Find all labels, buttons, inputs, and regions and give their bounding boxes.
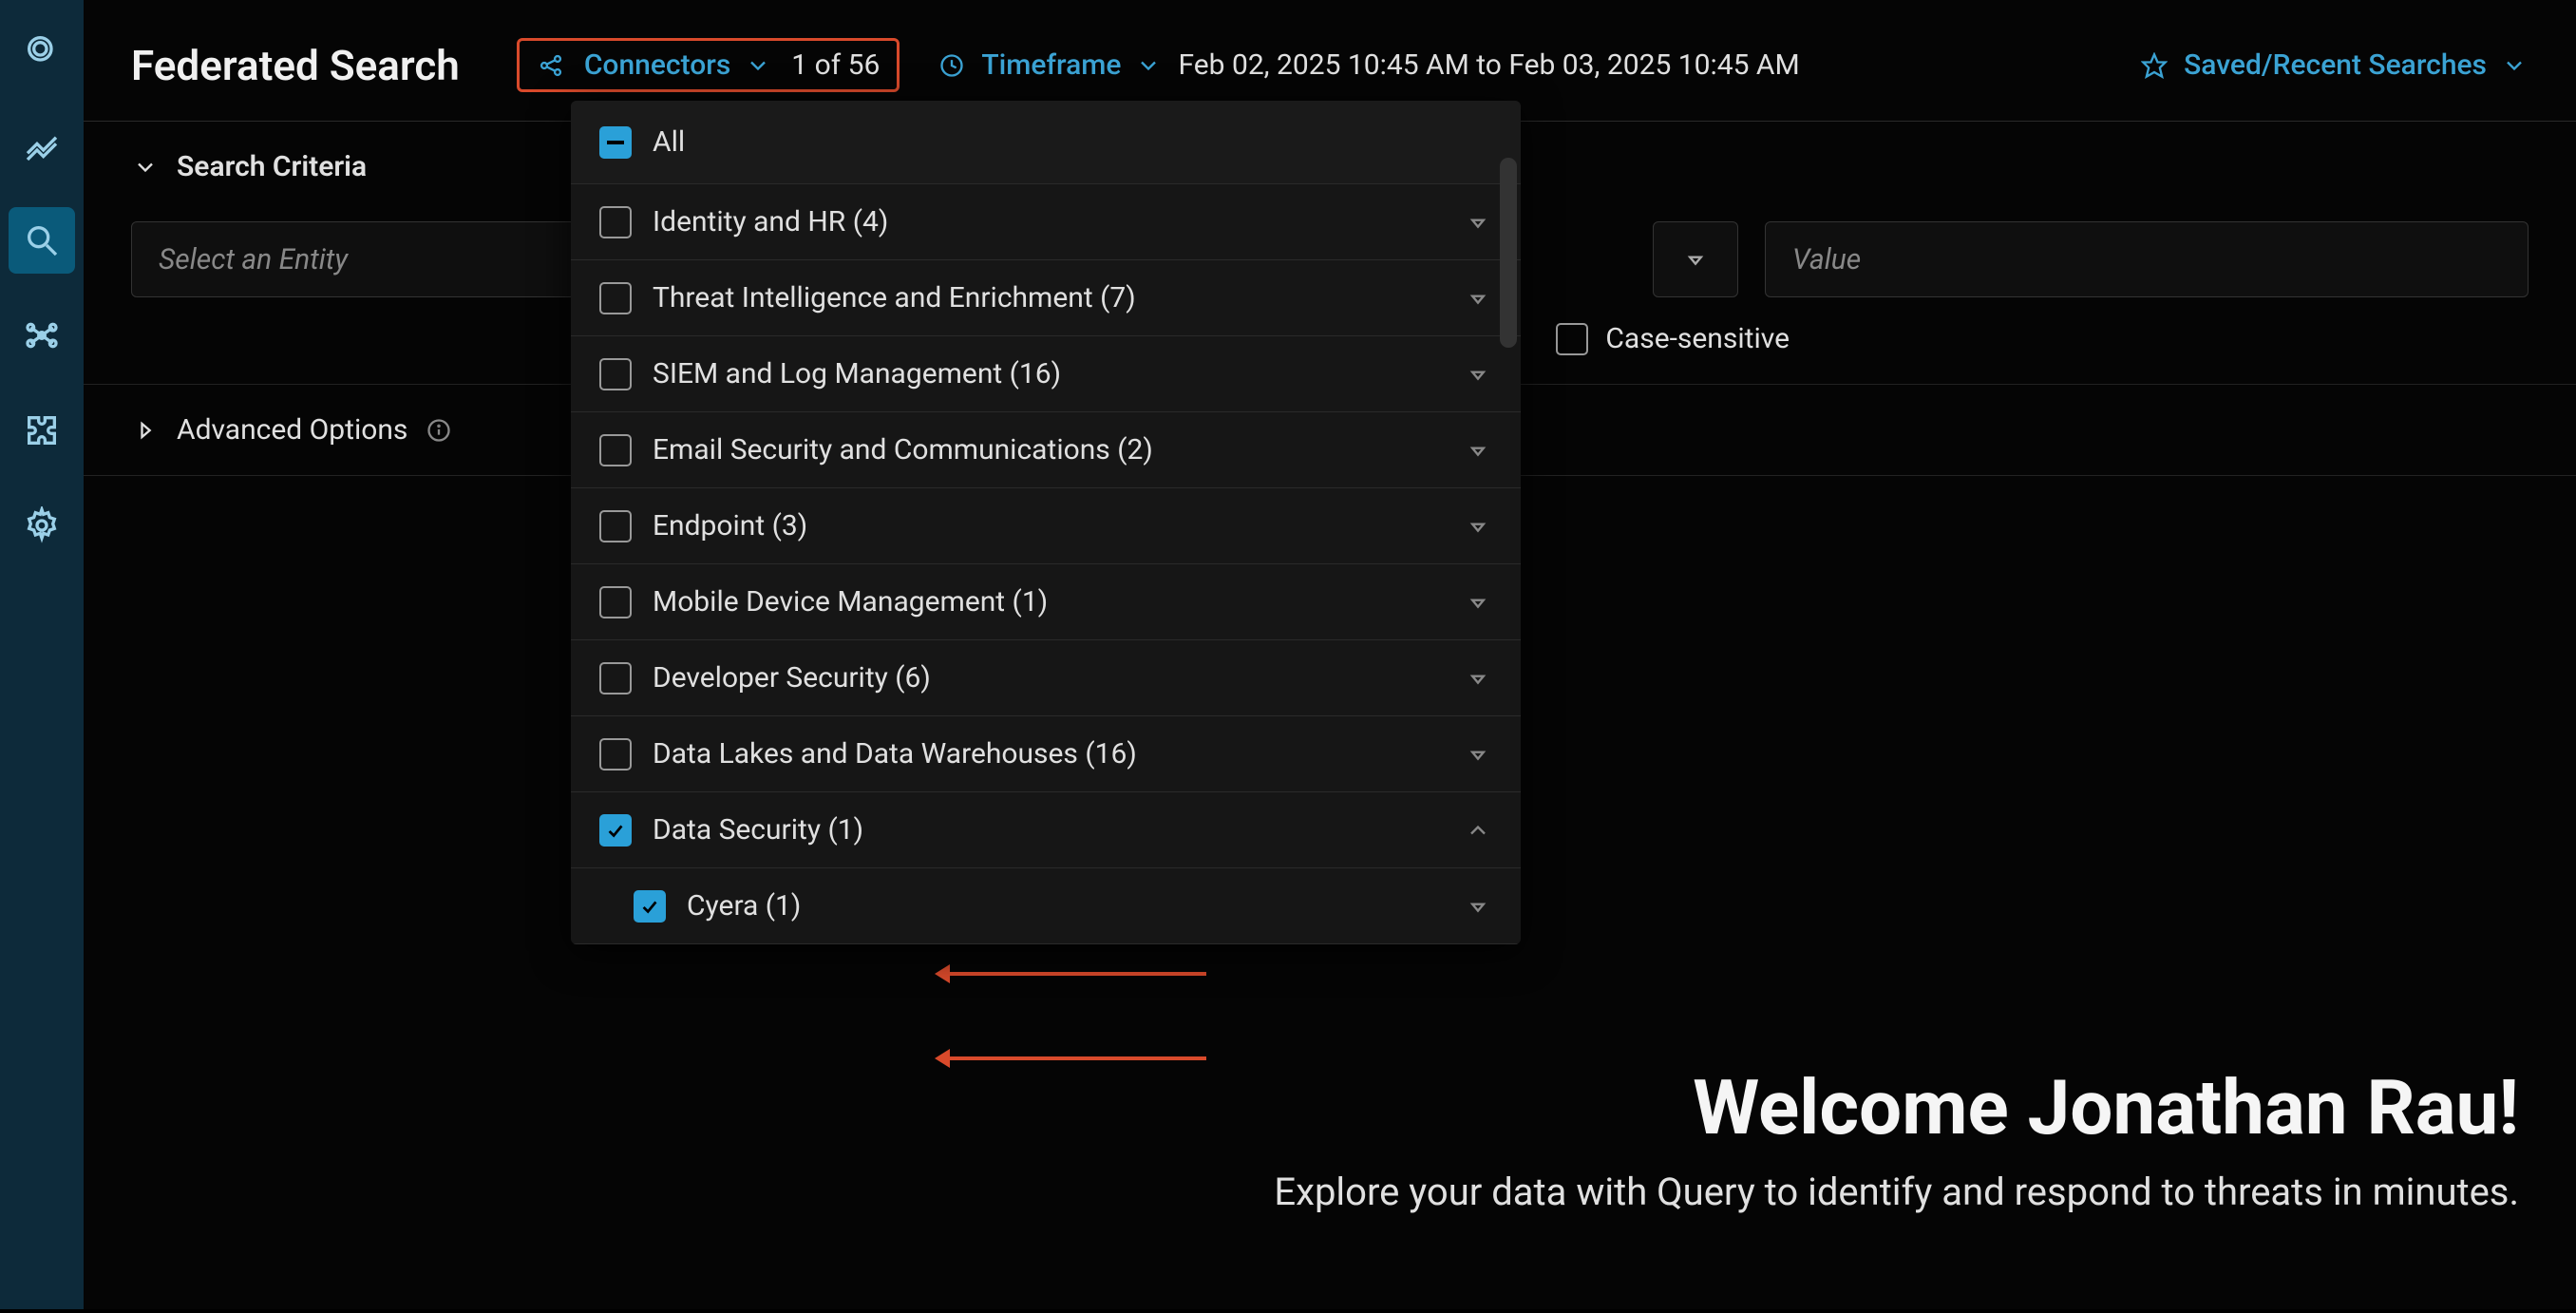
- case-sensitive-label: Case-sensitive: [1605, 322, 1790, 355]
- connector-group-row[interactable]: Threat Intelligence and Enrichment (7): [571, 260, 1521, 336]
- connector-group-label: Data Security (1): [653, 813, 1443, 847]
- welcome-subtext: Explore your data with Query to identify…: [1274, 1170, 2519, 1214]
- caret-down-icon: [1464, 512, 1492, 541]
- caret-down-icon: [1464, 664, 1492, 693]
- connector-group-checkbox[interactable]: [599, 510, 632, 542]
- sidebar-logo[interactable]: [9, 17, 75, 84]
- connector-group-checkbox[interactable]: [599, 662, 632, 695]
- saved-label: Saved/Recent Searches: [2184, 48, 2487, 82]
- saved-dropdown-trigger[interactable]: Saved/Recent Searches: [2184, 48, 2529, 82]
- star-icon: [2140, 51, 2169, 80]
- sidebar: [0, 0, 84, 1309]
- connector-group-label: Developer Security (6): [653, 661, 1443, 695]
- connector-group-row[interactable]: Identity and HR (4): [571, 184, 1521, 260]
- caret-down-icon: [1464, 360, 1492, 389]
- connector-group-label: SIEM and Log Management (16): [653, 357, 1443, 390]
- clock-icon: [938, 51, 966, 80]
- connector-group-label: Threat Intelligence and Enrichment (7): [653, 281, 1443, 314]
- connector-group-row[interactable]: Data Lakes and Data Warehouses (16): [571, 716, 1521, 792]
- sidebar-search[interactable]: [9, 207, 75, 274]
- checkbox-all-indeterminate[interactable]: [599, 126, 632, 159]
- connector-group-row[interactable]: Data Security (1): [571, 792, 1521, 868]
- connector-group-row[interactable]: SIEM and Log Management (16): [571, 336, 1521, 412]
- timeframe-label: Timeframe: [981, 48, 1121, 82]
- connector-group-label: Identity and HR (4): [653, 205, 1443, 238]
- connector-group-row[interactable]: Developer Security (6): [571, 640, 1521, 716]
- caret-down-icon: [1681, 245, 1710, 274]
- operator-select[interactable]: [1653, 221, 1738, 297]
- connector-sub-label: Cyera (1): [687, 889, 1443, 923]
- chevron-down-icon: [131, 153, 160, 181]
- caret-down-icon: [1464, 284, 1492, 313]
- welcome-block: Welcome Jonathan Rau! Explore your data …: [1274, 1063, 2519, 1214]
- caret-down-icon: [1464, 208, 1492, 237]
- welcome-heading: Welcome Jonathan Rau!: [1274, 1063, 2519, 1152]
- caret-down-icon: [1464, 892, 1492, 921]
- connectors-dropdown-trigger[interactable]: Connectors: [584, 48, 772, 82]
- connector-group-label: Email Security and Communications (2): [653, 433, 1443, 466]
- connector-group-row[interactable]: Email Security and Communications (2): [571, 412, 1521, 488]
- chevron-down-icon: [744, 51, 772, 80]
- page-title: Federated Search: [131, 41, 460, 90]
- connector-group-checkbox[interactable]: [599, 206, 632, 238]
- connector-group-checkbox[interactable]: [599, 434, 632, 466]
- chevron-up-icon: [1464, 816, 1492, 845]
- connector-group-checkbox[interactable]: [599, 738, 632, 771]
- connectors-label: Connectors: [584, 48, 730, 82]
- connector-group-label: Mobile Device Management (1): [653, 585, 1443, 618]
- saved-searches-group: Saved/Recent Searches: [2140, 48, 2529, 82]
- connector-group-checkbox[interactable]: [599, 586, 632, 618]
- annotation-arrow: [940, 1056, 1206, 1060]
- connector-group-checkbox[interactable]: [599, 814, 632, 847]
- connectors-selector-highlight: Connectors 1 of 56: [517, 38, 900, 92]
- advanced-options-label: Advanced Options: [177, 413, 407, 447]
- caret-down-icon: [1464, 740, 1492, 769]
- sidebar-plugins[interactable]: [9, 397, 75, 464]
- connector-group-row[interactable]: Mobile Device Management (1): [571, 564, 1521, 640]
- info-icon[interactable]: [425, 416, 453, 445]
- dropdown-scrollbar[interactable]: [1500, 158, 1517, 348]
- value-input[interactable]: Value: [1765, 221, 2529, 297]
- connector-group-label: Endpoint (3): [653, 509, 1443, 542]
- connector-row-all[interactable]: All: [571, 101, 1521, 184]
- sidebar-settings[interactable]: [9, 492, 75, 559]
- timeframe-dropdown-trigger[interactable]: Timeframe: [981, 48, 1163, 82]
- connectors-dropdown-panel: All Identity and HR (4) Threat Intelligen…: [571, 101, 1521, 944]
- connector-group-row[interactable]: Endpoint (3): [571, 488, 1521, 564]
- caret-right-icon: [131, 416, 160, 445]
- connector-sub-checkbox[interactable]: [634, 890, 666, 923]
- connector-group-label: Data Lakes and Data Warehouses (16): [653, 737, 1443, 771]
- search-criteria-heading: Search Criteria: [177, 150, 367, 183]
- caret-down-icon: [1464, 588, 1492, 617]
- chevron-down-icon: [1134, 51, 1163, 80]
- sidebar-network[interactable]: [9, 302, 75, 369]
- timeframe-value: Feb 02, 2025 10:45 AM to Feb 03, 2025 10…: [1178, 48, 1799, 82]
- annotation-arrow: [940, 972, 1206, 976]
- case-sensitive-checkbox[interactable]: [1556, 323, 1588, 355]
- sidebar-analytics[interactable]: [9, 112, 75, 179]
- chevron-down-icon: [2500, 51, 2529, 80]
- caret-down-icon: [1464, 436, 1492, 465]
- connector-sub-row[interactable]: Cyera (1): [571, 868, 1521, 944]
- connector-group-checkbox[interactable]: [599, 282, 632, 314]
- share-icon: [537, 51, 565, 80]
- connector-all-label: All: [653, 125, 1492, 159]
- connector-group-checkbox[interactable]: [599, 358, 632, 390]
- timeframe-group: Timeframe Feb 02, 2025 10:45 AM to Feb 0…: [938, 48, 1799, 82]
- connectors-count: 1 of 56: [791, 48, 880, 82]
